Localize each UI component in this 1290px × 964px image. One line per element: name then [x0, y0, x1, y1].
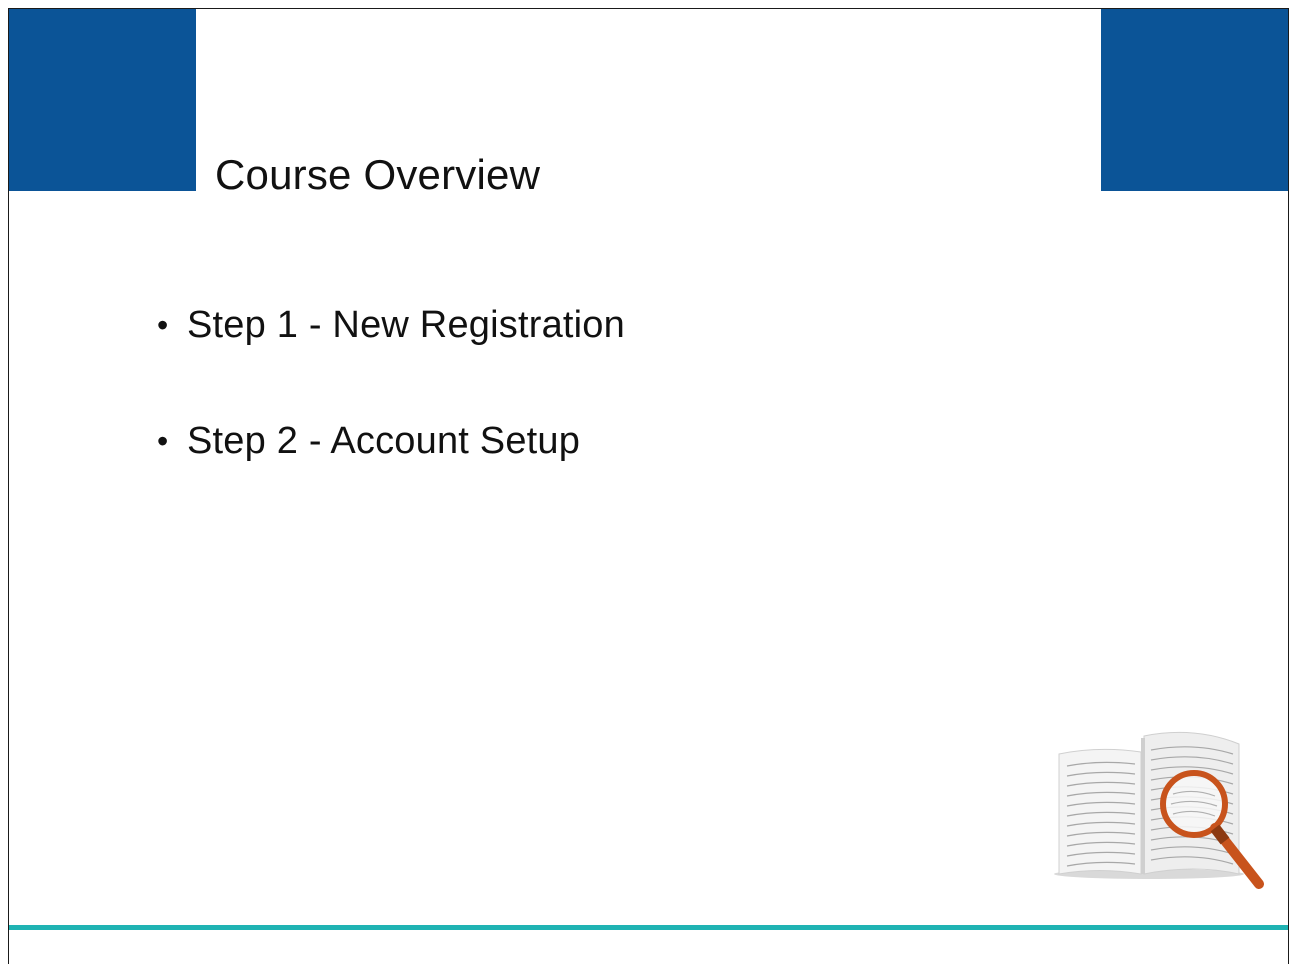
book-magnifier-icon — [1049, 724, 1264, 894]
slide-title: Course Overview — [215, 151, 541, 198]
footer-divider — [9, 925, 1288, 930]
bullet-list: • Step 1 - New Registration • Step 2 - A… — [157, 299, 625, 531]
bullet-text: Step 2 - Account Setup — [187, 420, 581, 462]
bullet-dot: • — [157, 307, 169, 343]
corner-block-left — [9, 9, 196, 191]
bullet-item-step-2: • Step 2 - Account Setup — [157, 415, 625, 531]
slide: Course Overview • Step 1 - New Registrat… — [8, 8, 1289, 964]
bullet-text: Step 1 - New Registration — [187, 304, 625, 346]
bullet-dot: • — [157, 423, 169, 459]
corner-block-right — [1101, 9, 1288, 191]
bullet-item-step-1: • Step 1 - New Registration — [157, 299, 625, 415]
